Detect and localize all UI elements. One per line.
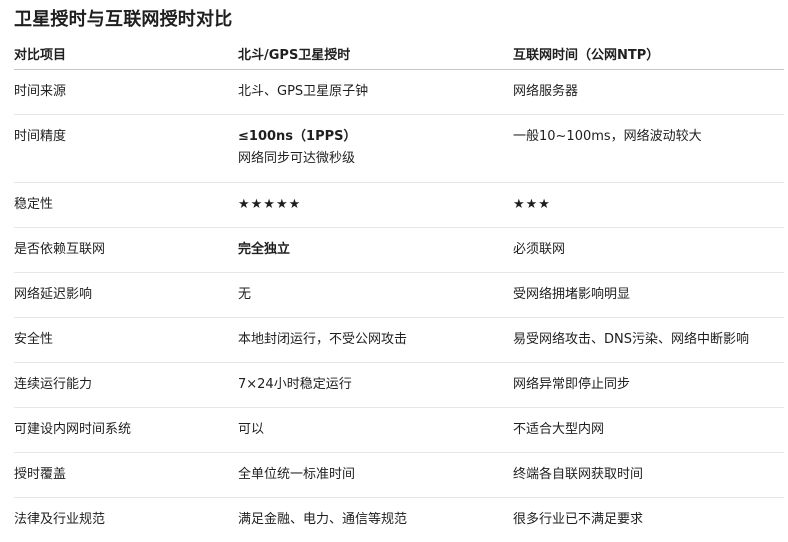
row-internet: 必须联网 [513,228,784,273]
table-row: 连续运行能力 7×24小时稳定运行 网络异常即停止同步 [14,363,784,408]
table-row: 安全性 本地封闭运行，不受公网攻击 易受网络攻击、DNS污染、网络中断影响 [14,318,784,363]
row-item: 网络延迟影响 [14,273,238,318]
row-internet: 网络服务器 [513,70,784,115]
table-row: 稳定性 ★★★★★ ★★★ [14,183,784,228]
row-item: 时间精度 [14,115,238,183]
row-item: 可建设内网时间系统 [14,408,238,453]
row-item: 是否依赖互联网 [14,228,238,273]
table-header-row: 对比项目 北斗/GPS卫星授时 互联网时间（公网NTP） [14,38,784,70]
comparison-table: 对比项目 北斗/GPS卫星授时 互联网时间（公网NTP） 时间来源 北斗、GPS… [14,38,784,542]
row-internet: 受网络拥堵影响明显 [513,273,784,318]
row-satellite: 满足金融、电力、通信等规范 [238,498,513,542]
row-internet: 很多行业已不满足要求 [513,498,784,542]
table-row: 网络延迟影响 无 受网络拥堵影响明显 [14,273,784,318]
row-satellite-cell: ≤100ns（1PPS） 网络同步可达微秒级 [238,115,513,183]
row-satellite: 本地封闭运行，不受公网攻击 [238,318,513,363]
row-item: 法律及行业规范 [14,498,238,542]
table-row: 可建设内网时间系统 可以 不适合大型内网 [14,408,784,453]
row-internet: 终端各自联网获取时间 [513,453,784,498]
row-item: 授时覆盖 [14,453,238,498]
header-satellite: 北斗/GPS卫星授时 [238,38,513,70]
row-satellite: 7×24小时稳定运行 [238,363,513,408]
row-internet: 易受网络攻击、DNS污染、网络中断影响 [513,318,784,363]
row-satellite: 完全独立 [238,228,513,273]
page-title: 卫星授时与互联网授时对比 [14,7,232,33]
row-internet: 一般10~100ms，网络波动较大 [513,115,784,183]
table-row: 是否依赖互联网 完全独立 必须联网 [14,228,784,273]
row-satellite: 可以 [238,408,513,453]
row-item: 连续运行能力 [14,363,238,408]
row-satellite-note: 网络同步可达微秒级 [238,150,513,168]
row-item: 时间来源 [14,70,238,115]
table-row: 时间来源 北斗、GPS卫星原子钟 网络服务器 [14,70,784,115]
row-internet: 不适合大型内网 [513,408,784,453]
row-item: 安全性 [14,318,238,363]
row-internet-stars: ★★★ [513,183,784,228]
comparison-page: 卫星授时与互联网授时对比 对比项目 北斗/GPS卫星授时 互联网时间（公网NTP… [0,0,788,537]
table-row: 授时覆盖 全单位统一标准时间 终端各自联网获取时间 [14,453,784,498]
table-row: 法律及行业规范 满足金融、电力、通信等规范 很多行业已不满足要求 [14,498,784,542]
header-internet: 互联网时间（公网NTP） [513,38,784,70]
table-row: 时间精度 ≤100ns（1PPS） 网络同步可达微秒级 一般10~100ms，网… [14,115,784,183]
row-satellite: ≤100ns（1PPS） [238,129,357,144]
row-item: 稳定性 [14,183,238,228]
row-satellite: 北斗、GPS卫星原子钟 [238,70,513,115]
row-satellite: 无 [238,273,513,318]
row-internet: 网络异常即停止同步 [513,363,784,408]
row-satellite: 全单位统一标准时间 [238,453,513,498]
row-satellite-stars: ★★★★★ [238,183,513,228]
header-item: 对比项目 [14,38,238,70]
